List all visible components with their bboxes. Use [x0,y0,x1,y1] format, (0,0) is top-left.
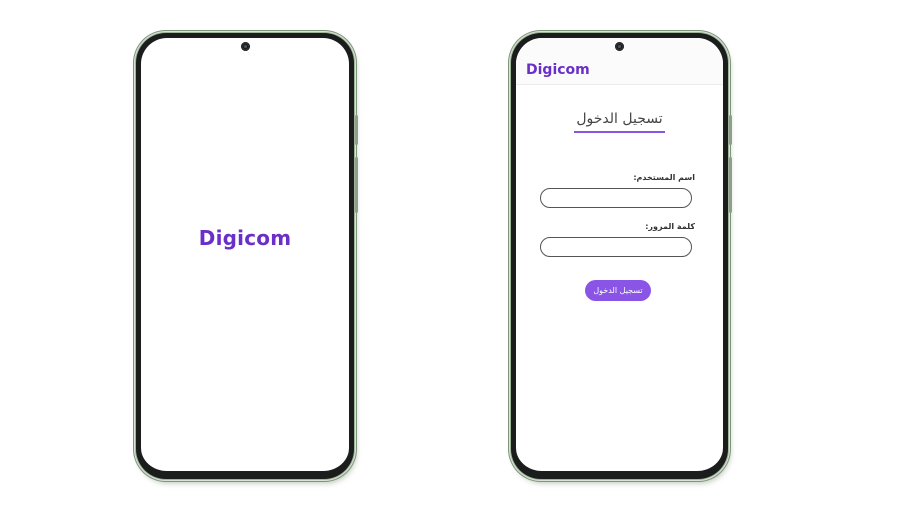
phone-splash: Digicom [136,33,358,479]
login-screen: Digicom تسجيل الدخول اسم المستخدم: كلمة … [516,38,723,474]
canvas: Digicom Digicom تسجيل الدخول اسم المستخد… [0,0,910,512]
power-button [729,157,732,213]
front-camera-icon [615,42,624,51]
username-label: اسم المستخدم: [633,173,695,182]
phone-login: Digicom تسجيل الدخول اسم المستخدم: كلمة … [511,33,732,479]
power-button [355,157,358,213]
volume-button [729,115,732,145]
username-input[interactable] [540,188,692,208]
password-label: كلمة المرور: [645,222,695,231]
header-logo[interactable]: Digicom [526,62,590,78]
front-camera-icon [240,42,250,51]
password-input[interactable] [540,237,692,257]
login-button[interactable]: تسجيل الدخول [585,280,651,301]
login-title: تسجيل الدخول [574,111,665,133]
login-title-wrap: تسجيل الدخول [516,108,723,133]
volume-button [355,115,358,145]
splash-screen: Digicom [141,38,349,474]
splash-logo: Digicom [198,226,292,250]
